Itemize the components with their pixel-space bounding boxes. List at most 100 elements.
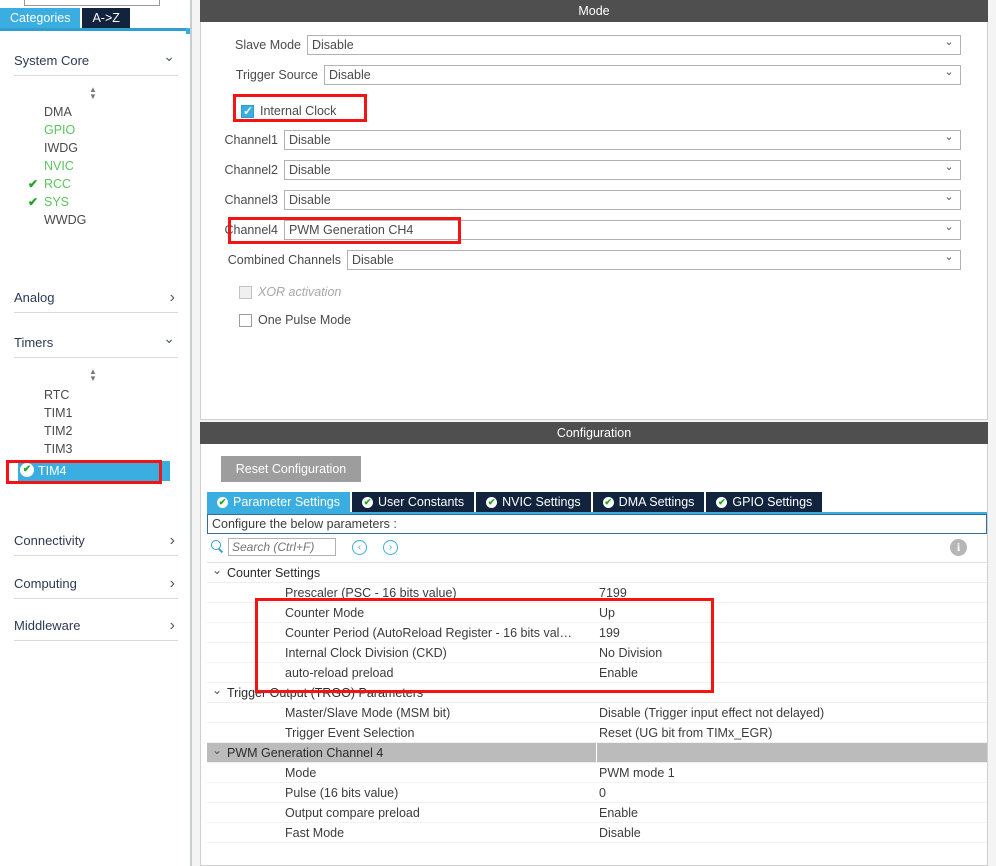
configure-parameters-note-text: Configure the below parameters : xyxy=(212,517,397,531)
sidebar-item-tim1[interactable]: TIM1 xyxy=(24,404,184,422)
checkbox-icon[interactable] xyxy=(239,313,252,327)
param-value: No Division xyxy=(599,645,663,660)
table-row[interactable]: Internal Clock Division (CKD) No Divisio… xyxy=(207,643,987,663)
field-channel3: Channel3 Disable xyxy=(207,189,967,211)
sidebar-item-rtc[interactable]: RTC xyxy=(24,386,184,404)
search-next-button[interactable]: › xyxy=(383,539,398,555)
sidebar-tab-underline xyxy=(0,28,192,31)
checkbox-one-pulse-mode[interactable]: One Pulse Mode xyxy=(239,311,351,329)
sidebar-item-rcc[interactable]: ✔ RCC xyxy=(24,175,184,193)
sidebar-item-sys[interactable]: ✔ SYS xyxy=(24,193,184,211)
table-row[interactable]: auto-reload preload Enable xyxy=(207,663,987,683)
param-name: Master/Slave Mode (MSM bit) xyxy=(285,705,451,720)
tree-group-pwm-generation-channel-4[interactable]: PWM Generation Channel 4 xyxy=(207,743,987,763)
search-icon xyxy=(211,540,225,554)
timers-scroll-spinner[interactable]: ▲ ▼ xyxy=(86,368,100,383)
configuration-tab-strip: ✔ Parameter Settings ✔ User Constants ✔ … xyxy=(207,492,987,512)
table-row[interactable]: Pulse (16 bits value) 0 xyxy=(207,783,987,803)
param-name: Prescaler (PSC - 16 bits value) xyxy=(285,585,457,600)
slave-mode-label: Slave Mode xyxy=(234,38,301,52)
table-row[interactable]: Mode PWM mode 1 xyxy=(207,763,987,783)
info-icon-glyph: i xyxy=(956,540,961,554)
sidebar-item-iwdg-label: IWDG xyxy=(44,141,79,155)
sidebar-group-middleware[interactable]: Middleware xyxy=(14,611,178,641)
sidebar-group-system-core-label: System Core xyxy=(14,53,90,68)
system-core-scroll-spinner[interactable]: ▲ ▼ xyxy=(86,86,100,101)
field-channel1: Channel1 Disable xyxy=(207,129,967,151)
checkbox-xor-activation: XOR activation xyxy=(239,283,341,301)
tree-group-trigger-output[interactable]: Trigger Output (TRGO) Parameters xyxy=(207,683,987,703)
checkbox-internal-clock[interactable]: Internal Clock xyxy=(241,102,336,120)
combined-channels-dropdown[interactable]: Disable xyxy=(347,250,961,270)
tree-group-pwm-generation-channel-4-label: PWM Generation Channel 4 xyxy=(227,745,384,760)
combined-channels-value: Disable xyxy=(352,253,394,267)
table-row[interactable]: Fast Mode Disable xyxy=(207,823,987,843)
check-icon: ✔ xyxy=(27,177,39,191)
tab-gpio-settings[interactable]: ✔ GPIO Settings xyxy=(706,492,823,512)
table-row[interactable]: Master/Slave Mode (MSM bit) Disable (Tri… xyxy=(207,703,987,723)
tab-user-constants[interactable]: ✔ User Constants xyxy=(352,492,475,512)
tab-parameter-settings[interactable]: ✔ Parameter Settings xyxy=(207,492,350,512)
channel4-value: PWM Generation CH4 xyxy=(289,223,414,237)
channel3-value: Disable xyxy=(289,193,331,207)
channel1-dropdown[interactable]: Disable xyxy=(284,130,961,150)
sidebar-group-system-core[interactable]: System Core xyxy=(14,46,178,76)
trigger-source-label: Trigger Source xyxy=(235,68,318,82)
tab-a-to-z[interactable]: A->Z xyxy=(82,8,130,28)
info-icon[interactable]: i xyxy=(950,539,967,556)
channel2-dropdown[interactable]: Disable xyxy=(284,160,961,180)
cubemx-window: Categories A->Z System Core ▲▼ DMA GPIO … xyxy=(0,0,996,866)
configuration-section-header: Configuration xyxy=(200,422,988,444)
tab-nvic-settings[interactable]: ✔ NVIC Settings xyxy=(476,492,591,512)
sidebar-item-dma-label: DMA xyxy=(44,105,72,119)
parameter-search-input[interactable] xyxy=(228,538,336,556)
sidebar-item-tim3[interactable]: TIM3 xyxy=(24,440,184,458)
trigger-source-dropdown[interactable]: Disable xyxy=(324,65,961,85)
trigger-source-value: Disable xyxy=(329,68,371,82)
sidebar-group-analog[interactable]: Analog xyxy=(14,283,178,313)
tab-user-constants-label: User Constants xyxy=(378,495,465,509)
sidebar-item-dma[interactable]: DMA xyxy=(24,103,184,121)
tab-categories[interactable]: Categories xyxy=(0,8,81,28)
peripheral-search-input[interactable] xyxy=(24,0,160,6)
sidebar-item-iwdg[interactable]: IWDG xyxy=(24,139,184,157)
reset-configuration-label: Reset Configuration xyxy=(235,462,347,476)
chevron-down-icon xyxy=(163,334,178,351)
chevron-down-icon xyxy=(938,191,960,209)
checkbox-icon[interactable] xyxy=(241,104,254,118)
sidebar-item-wwdg-label: WWDG xyxy=(44,213,87,227)
sidebar-item-wwdg[interactable]: WWDG xyxy=(24,211,184,229)
channel4-dropdown[interactable]: PWM Generation CH4 xyxy=(284,220,961,240)
search-prev-button[interactable]: ‹ xyxy=(352,539,367,555)
sidebar-group-computing[interactable]: Computing xyxy=(14,569,178,599)
checkbox-icon xyxy=(239,285,252,299)
table-row[interactable]: Output compare preload Enable xyxy=(207,803,987,823)
check-icon: ✔ xyxy=(27,195,39,209)
channel3-dropdown[interactable]: Disable xyxy=(284,190,961,210)
sidebar-item-tim2[interactable]: TIM2 xyxy=(24,422,184,440)
chevron-right-icon xyxy=(170,289,178,307)
slave-mode-dropdown[interactable]: Disable xyxy=(307,35,961,55)
sidebar-item-tim4[interactable]: ✔ TIM4 xyxy=(18,461,170,481)
tab-dma-settings[interactable]: ✔ DMA Settings xyxy=(592,492,705,512)
table-row[interactable]: Prescaler (PSC - 16 bits value) 7199 xyxy=(207,583,987,603)
table-row[interactable]: Counter Period (AutoReload Register - 16… xyxy=(207,623,987,643)
configure-parameters-note: Configure the below parameters : xyxy=(207,514,987,534)
xor-activation-label: XOR activation xyxy=(258,285,342,299)
table-row[interactable]: Counter Mode Up xyxy=(207,603,987,623)
one-pulse-mode-label: One Pulse Mode xyxy=(258,313,352,327)
table-row[interactable]: Trigger Event Selection Reset (UG bit fr… xyxy=(207,723,987,743)
combined-channels-label: Combined Channels xyxy=(227,253,341,267)
tree-group-counter-settings[interactable]: Counter Settings xyxy=(207,563,987,583)
reset-configuration-button[interactable]: Reset Configuration xyxy=(221,456,361,482)
sidebar-group-timers[interactable]: Timers xyxy=(14,328,178,358)
sidebar-item-nvic[interactable]: NVIC xyxy=(24,157,184,175)
sidebar-item-gpio[interactable]: GPIO xyxy=(24,121,184,139)
sidebar-group-connectivity[interactable]: Connectivity xyxy=(14,526,178,556)
chevron-down-icon xyxy=(938,66,960,84)
field-trigger-source: Trigger Source Disable xyxy=(207,64,967,86)
channel3-label: Channel3 xyxy=(224,193,278,207)
param-name: Counter Mode xyxy=(285,605,365,620)
param-value: PWM mode 1 xyxy=(599,765,675,780)
sidebar-group-computing-label: Computing xyxy=(14,576,77,591)
